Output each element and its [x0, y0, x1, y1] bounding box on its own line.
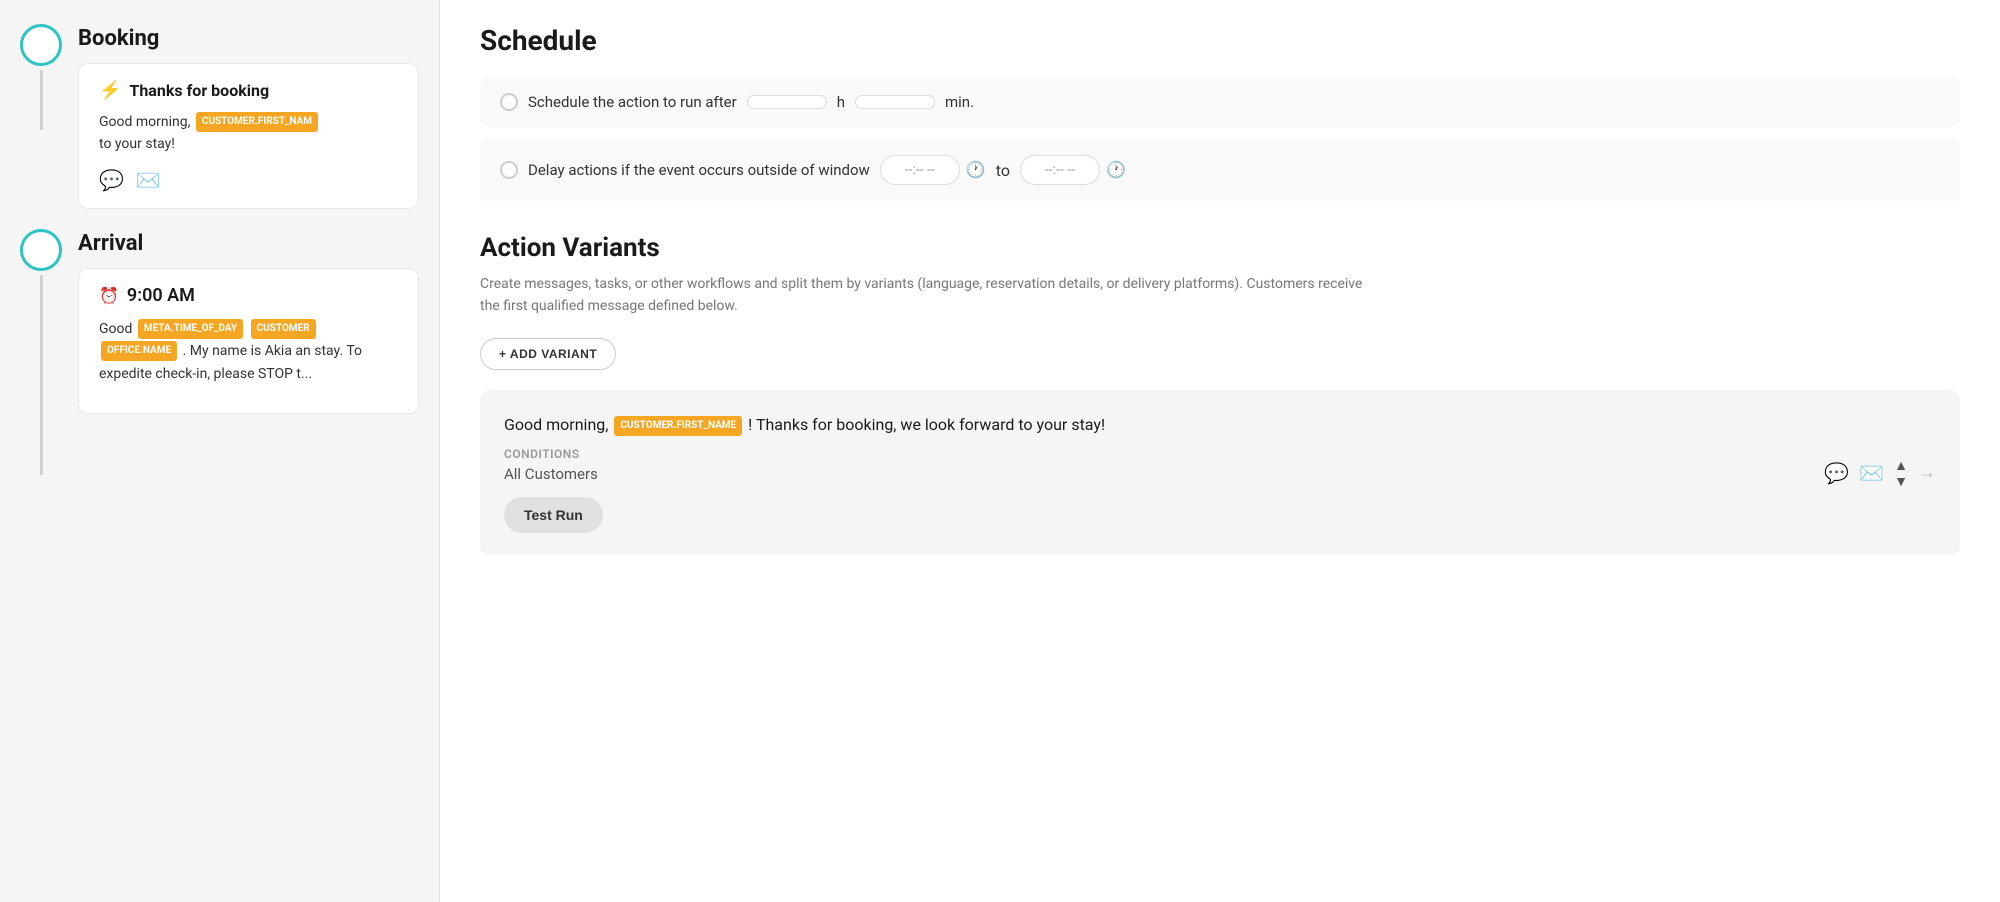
timeline-line-2	[40, 275, 43, 475]
customer-tag: CUSTOMER	[251, 319, 316, 339]
booking-circle-icon	[20, 24, 62, 66]
timeline-left-booking	[20, 20, 62, 134]
window-start-input[interactable]: --:-- --	[880, 155, 960, 185]
lightning-icon: ⚡	[99, 80, 121, 101]
arrival-card-time: ⏰ 9:00 AM	[99, 285, 398, 306]
arrival-title: Arrival	[78, 225, 439, 256]
conditions-label: CONDITIONS	[504, 447, 1936, 461]
conditions-value: All Customers	[504, 465, 1936, 483]
timeline-section: Booking ⚡ Thanks for booking Good mornin…	[20, 20, 439, 479]
arrival-card: ⏰ 9:00 AM Good META.TIME_OF_DAY CUSTOMER…	[78, 268, 419, 414]
hours-input[interactable]	[747, 95, 827, 109]
booking-card-header: ⚡ Thanks for booking	[99, 80, 398, 101]
clock-btn-end[interactable]: 🕐	[1106, 160, 1126, 180]
chat-icon[interactable]: 💬	[99, 168, 124, 192]
minutes-unit: min.	[945, 93, 974, 111]
schedule-heading: Schedule	[480, 24, 1960, 57]
meta-time-tag: META.TIME_OF_DAY	[138, 319, 243, 339]
variant-chat-icon[interactable]: 💬	[1824, 461, 1849, 485]
booking-content: Booking ⚡ Thanks for booking Good mornin…	[78, 20, 439, 225]
timeline-arrival: Arrival ⏰ 9:00 AM Good META.TIME_OF_DAY …	[20, 225, 439, 479]
clock-btn-start[interactable]: 🕐	[966, 160, 986, 180]
booking-card: ⚡ Thanks for booking Good morning, CUSTO…	[78, 63, 419, 209]
variant-actions: 💬 ✉️ ▲ ▼ →	[1824, 458, 1936, 488]
action-variants-description: Create messages, tasks, or other workflo…	[480, 273, 1380, 318]
schedule-radio-2[interactable]	[500, 161, 518, 179]
minutes-input[interactable]	[855, 95, 935, 109]
timeline-left-arrival	[20, 225, 62, 479]
window-end-placeholder: --:-- --	[1045, 162, 1075, 178]
hours-unit: h	[837, 93, 845, 111]
schedule-radio-1[interactable]	[500, 93, 518, 111]
action-variants-title: Action Variants	[480, 233, 1960, 263]
left-panel: Booking ⚡ Thanks for booking Good mornin…	[0, 0, 440, 902]
window-start-placeholder: --:-- --	[905, 162, 935, 178]
variant-arrow-icon[interactable]: →	[1918, 462, 1936, 483]
test-run-button[interactable]: Test Run	[504, 497, 603, 533]
booking-card-title: Thanks for booking	[129, 81, 269, 100]
variant-card: Good morning, CUSTOMER.FIRST_NAME ! Than…	[480, 390, 1960, 556]
arrival-content: Arrival ⏰ 9:00 AM Good META.TIME_OF_DAY …	[78, 225, 439, 430]
office-name-tag: OFFICE.NAME	[101, 341, 177, 361]
window-end-input[interactable]: --:-- --	[1020, 155, 1100, 185]
booking-card-body: Good morning, CUSTOMER.FIRST_NAM to your…	[99, 111, 398, 156]
right-panel: Schedule Schedule the action to run afte…	[440, 0, 2000, 902]
booking-title: Booking	[78, 20, 439, 51]
variant-msg-start: Good morning,	[504, 415, 608, 434]
schedule-row-2: Delay actions if the event occurs outsid…	[480, 139, 1960, 201]
nav-up-button[interactable]: ▲	[1894, 458, 1908, 472]
nav-down-button[interactable]: ▼	[1894, 474, 1908, 488]
variant-email-icon[interactable]: ✉️	[1859, 461, 1884, 485]
variant-customer-tag: CUSTOMER.FIRST_NAME	[614, 416, 742, 436]
arrival-circle-icon	[20, 229, 62, 271]
schedule-label-1: Schedule the action to run after	[528, 93, 737, 111]
arrival-card-body: Good META.TIME_OF_DAY CUSTOMER OFFICE.NA…	[99, 318, 398, 385]
add-variant-button[interactable]: + ADD VARIANT	[480, 338, 616, 370]
timeline-line-1	[40, 70, 43, 130]
to-label: to	[996, 161, 1010, 180]
variant-msg-end: ! Thanks for booking, we look forward to…	[748, 415, 1105, 434]
schedule-row-1: Schedule the action to run after h min.	[480, 77, 1960, 127]
clock-icon: ⏰	[99, 286, 119, 305]
email-icon[interactable]: ✉️	[136, 168, 161, 192]
schedule-label-2: Delay actions if the event occurs outsid…	[528, 161, 870, 179]
customer-first-name-tag: CUSTOMER.FIRST_NAM	[196, 112, 318, 132]
booking-card-icons: 💬 ✉️	[99, 168, 398, 192]
timeline-booking: Booking ⚡ Thanks for booking Good mornin…	[20, 20, 439, 225]
variant-nav: ▲ ▼	[1894, 458, 1908, 488]
action-variants-section: Action Variants Create messages, tasks, …	[480, 233, 1960, 370]
variant-message: Good morning, CUSTOMER.FIRST_NAME ! Than…	[504, 412, 1936, 438]
